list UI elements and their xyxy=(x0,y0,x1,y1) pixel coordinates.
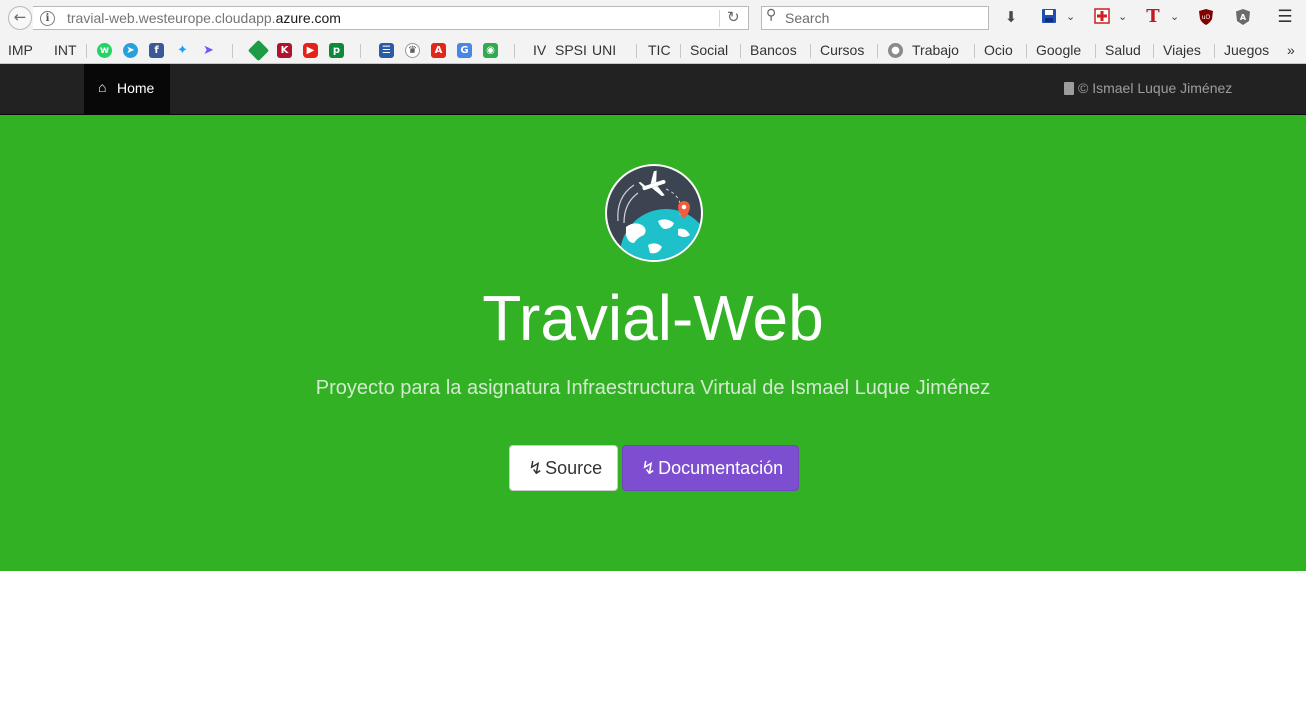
bookmark-int[interactable]: INT xyxy=(54,42,77,58)
bookmark-separator xyxy=(877,44,878,58)
red-cross-icon[interactable] xyxy=(1093,8,1111,26)
search-placeholder: Search xyxy=(785,10,830,26)
nav-home-link[interactable]: ⌂ Home xyxy=(84,64,170,114)
bookmarks-overflow-button[interactable]: » xyxy=(1287,42,1295,58)
adobe-icon[interactable]: A xyxy=(431,43,446,58)
site-navbar: ⌂ Home © Ismael Luque Jiménez xyxy=(0,64,1306,115)
copyright-text: © Ismael Luque Jiménez xyxy=(1078,80,1233,96)
source-button-label: Source xyxy=(545,458,603,478)
bookmark-uni[interactable]: UNI xyxy=(592,42,616,58)
hero-section: Travial-Web Proyecto para la asignatura … xyxy=(0,115,1306,571)
book-icon xyxy=(1064,82,1074,95)
nav-copyright: © Ismael Luque Jiménez xyxy=(1064,80,1232,96)
page-title: Travial-Web xyxy=(482,282,824,354)
whatsapp-icon[interactable]: w xyxy=(97,43,112,58)
bookmark-separator xyxy=(974,44,975,58)
bolt-icon: ↯ xyxy=(641,458,657,478)
documentation-button[interactable]: ↯ Documentación xyxy=(622,445,799,491)
blue-bookmark-icon[interactable]: ☰ xyxy=(379,43,394,58)
downloads-icon[interactable]: ⬇ xyxy=(1002,8,1020,26)
search-input[interactable]: ⚲ Search xyxy=(761,6,989,30)
telegram-icon[interactable]: ➤ xyxy=(123,43,138,58)
bookmark-separator xyxy=(1153,44,1154,58)
facebook-icon[interactable]: f xyxy=(149,43,164,58)
bookmark-juegos[interactable]: Juegos xyxy=(1224,42,1269,58)
url-divider xyxy=(719,10,720,27)
bookmark-cursos[interactable]: Cursos xyxy=(820,42,864,58)
bookmark-trabajo[interactable]: Trabajo xyxy=(912,42,959,58)
t-icon[interactable]: T xyxy=(1144,8,1162,26)
bookmark-separator xyxy=(636,44,637,58)
twitter-icon[interactable]: ✦ xyxy=(175,43,190,58)
bookmark-separator xyxy=(1026,44,1027,58)
bookmark-separator xyxy=(810,44,811,58)
bolt-icon: ↯ xyxy=(528,458,544,478)
bookmark-iv[interactable]: IV xyxy=(533,42,546,58)
bookmarks-bar: IMP INT w ➤ f ✦ ➤ K ▶ p ☰ ♛ A G ◉ IV SPS… xyxy=(0,37,1306,64)
bookmark-separator xyxy=(232,44,233,58)
bookmark-imp[interactable]: IMP xyxy=(8,42,33,58)
nav-home-label: Home xyxy=(117,80,155,96)
documentation-button-label: Documentación xyxy=(658,458,784,478)
back-button[interactable]: ← xyxy=(8,6,32,30)
url-field[interactable]: i travial-web.westeurope.cloudapp.azure.… xyxy=(33,6,749,30)
bookmark-social[interactable]: Social xyxy=(690,42,728,58)
reload-icon[interactable]: ↻ xyxy=(727,8,740,26)
maps-icon[interactable]: ◉ xyxy=(483,43,498,58)
crest-icon[interactable]: ♛ xyxy=(405,43,420,58)
bookmark-separator xyxy=(514,44,515,58)
translate-icon[interactable]: G xyxy=(457,43,472,58)
svg-text:A: A xyxy=(1240,13,1247,22)
bookmark-tic[interactable]: TIC xyxy=(648,42,671,58)
bookmark-separator xyxy=(1214,44,1215,58)
k-icon[interactable]: K xyxy=(277,43,292,58)
arrow-left-icon: ← xyxy=(13,8,27,26)
browser-toolbar: ← i travial-web.westeurope.cloudapp.azur… xyxy=(0,0,1306,37)
p-icon[interactable]: p xyxy=(329,43,344,58)
bookmark-separator xyxy=(680,44,681,58)
page-subtitle: Proyecto para la asignatura Infraestruct… xyxy=(315,377,991,399)
svg-text:uO: uO xyxy=(1202,14,1211,21)
bookmark-separator xyxy=(1095,44,1096,58)
bookmark-salud[interactable]: Salud xyxy=(1105,42,1141,58)
angular-icon[interactable]: A xyxy=(1234,8,1252,26)
home-icon: ⌂ xyxy=(98,79,107,95)
chevron-down-icon[interactable]: ⌄ xyxy=(1170,8,1179,26)
travel-globe-logo xyxy=(604,163,704,263)
bookmark-viajes[interactable]: Viajes xyxy=(1163,42,1201,58)
green-diamond-icon[interactable] xyxy=(247,39,270,62)
youtube-icon[interactable]: ▶ xyxy=(303,43,318,58)
bookmark-separator xyxy=(86,44,87,58)
chevron-down-icon[interactable]: ⌄ xyxy=(1066,8,1075,26)
hamburger-menu-icon[interactable]: ☰ xyxy=(1276,8,1294,26)
bookmark-separator xyxy=(360,44,361,58)
info-icon[interactable]: i xyxy=(40,11,55,26)
chevron-down-icon[interactable]: ⌄ xyxy=(1118,8,1127,26)
bookmark-separator xyxy=(740,44,741,58)
bookmark-ocio[interactable]: Ocio xyxy=(984,42,1013,58)
search-icon: ⚲ xyxy=(766,7,777,23)
url-text[interactable]: travial-web.westeurope.cloudapp.azure.co… xyxy=(67,10,341,26)
bookmark-bancos[interactable]: Bancos xyxy=(750,42,797,58)
source-button[interactable]: ↯ Source xyxy=(509,445,618,491)
bookmark-spsi[interactable]: SPSI xyxy=(555,42,587,58)
purple-bookmark-icon[interactable]: ➤ xyxy=(201,43,216,58)
save-icon[interactable] xyxy=(1040,8,1058,26)
bookmark-google[interactable]: Google xyxy=(1036,42,1081,58)
ublock-icon[interactable]: uO xyxy=(1197,8,1215,26)
globe-icon: ● xyxy=(888,43,903,58)
